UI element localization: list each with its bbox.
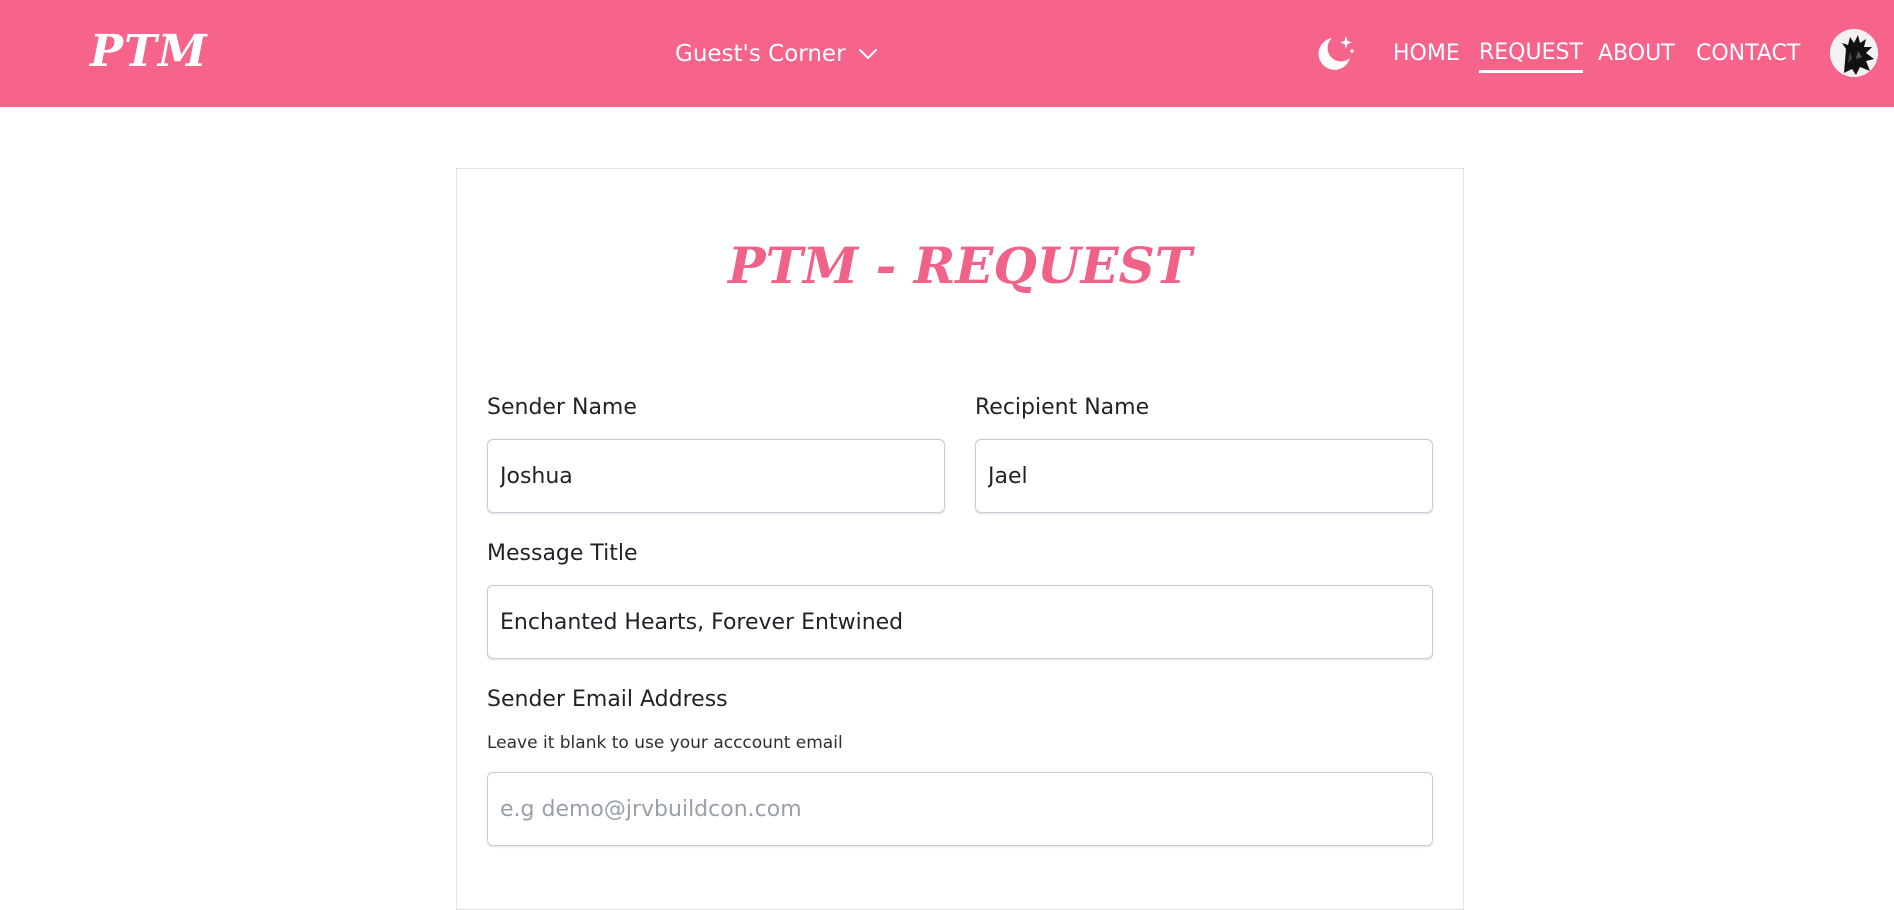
sender-email-hint: Leave it blank to use your acccount emai… <box>487 733 843 753</box>
chevron-down-icon <box>858 49 877 59</box>
request-form-card: PTM - REQUEST Sender Name Recipient Name… <box>456 168 1464 910</box>
avatar-image <box>1830 29 1878 77</box>
sender-email-label: Sender Email Address <box>487 687 728 712</box>
sender-email-input[interactable] <box>487 772 1433 846</box>
nav-home-link[interactable]: HOME <box>1393 36 1460 72</box>
user-avatar[interactable] <box>1830 29 1878 77</box>
recipient-name-input[interactable] <box>975 439 1433 513</box>
moon-stars-icon[interactable] <box>1312 32 1356 76</box>
guests-corner-dropdown[interactable]: Guest's Corner <box>675 36 878 72</box>
guests-corner-label: Guest's Corner <box>675 41 846 67</box>
message-title-input[interactable] <box>487 585 1433 659</box>
form-title: PTM - REQUEST <box>728 236 1192 295</box>
message-title-label: Message Title <box>487 541 638 566</box>
top-navbar: PTM Guest's Corner HOME REQUEST ABOUT CO… <box>0 0 1894 107</box>
recipient-name-label: Recipient Name <box>975 395 1150 420</box>
site-logo[interactable]: PTM <box>90 20 208 84</box>
nav-about-link[interactable]: ABOUT <box>1598 36 1675 72</box>
sender-name-input[interactable] <box>487 439 945 513</box>
sender-name-label: Sender Name <box>487 395 637 420</box>
nav-request-link[interactable]: REQUEST <box>1479 36 1583 73</box>
nav-contact-link[interactable]: CONTACT <box>1696 36 1800 72</box>
